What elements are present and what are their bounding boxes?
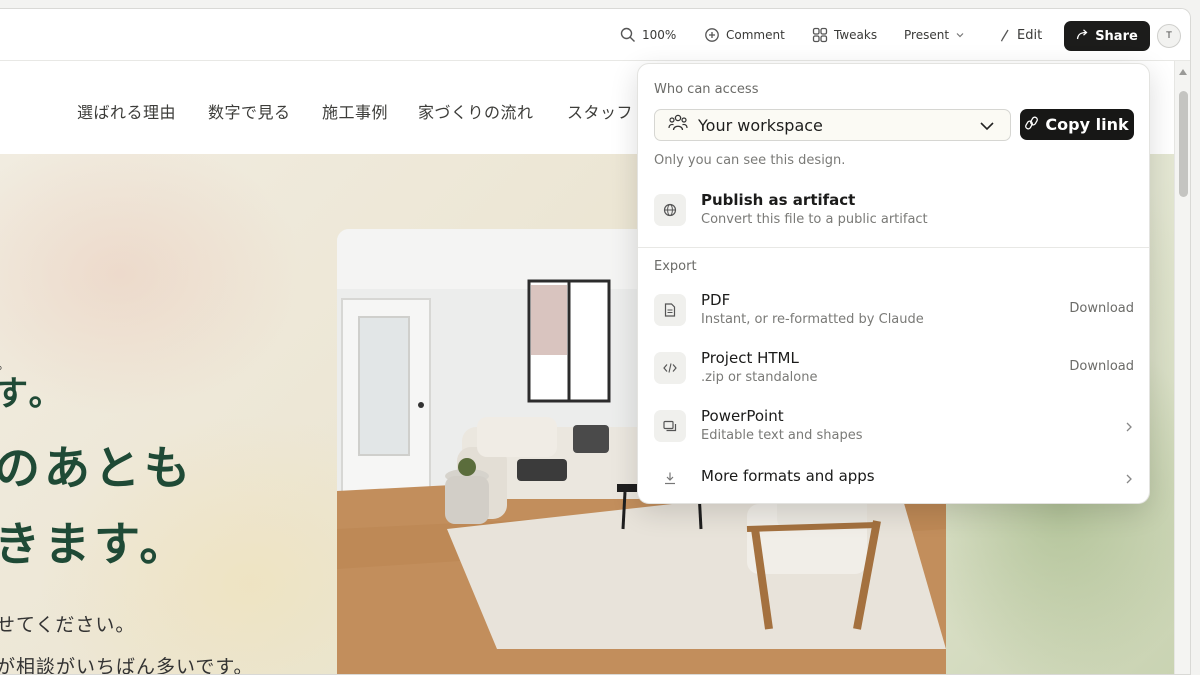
- copy-link-button[interactable]: Copy link: [1020, 109, 1134, 140]
- link-icon: [1025, 115, 1039, 134]
- present-label: Present: [904, 28, 950, 42]
- copy-link-label: Copy link: [1045, 115, 1129, 134]
- hero-paragraph-line-1: せてください。: [0, 614, 136, 636]
- globe-icon: [654, 194, 686, 226]
- edit-label: Edit: [1017, 27, 1043, 43]
- share-label: Share: [1095, 28, 1138, 44]
- scrollbar-thumb[interactable]: [1179, 91, 1188, 197]
- nav-link-reasons[interactable]: 選ばれる理由: [77, 99, 176, 123]
- pdf-download-button[interactable]: Download: [1069, 301, 1134, 316]
- vertical-scrollbar[interactable]: [1174, 61, 1190, 674]
- pdf-subtitle: Instant, or re-formatted by Claude: [701, 312, 924, 327]
- visibility-note: Only you can see this design.: [654, 153, 846, 168]
- avatar[interactable]: T: [1157, 24, 1181, 48]
- access-select-value: Your workspace: [698, 115, 823, 135]
- divider: [638, 247, 1149, 248]
- export-pdf-item[interactable]: PDF Instant, or re-formatted by Claude D…: [654, 288, 1134, 332]
- share-arrow-icon: [1076, 28, 1089, 44]
- chevron-right-icon: [1124, 470, 1134, 489]
- comment-button[interactable]: Comment: [704, 22, 785, 48]
- access-select[interactable]: Your workspace: [654, 109, 1011, 141]
- nav-link-cases[interactable]: 施工事例: [322, 99, 388, 123]
- comment-label: Comment: [726, 28, 785, 42]
- powerpoint-title: PowerPoint: [701, 407, 784, 425]
- people-icon: [668, 114, 688, 136]
- download-icon: [654, 462, 686, 494]
- share-button[interactable]: Share: [1064, 21, 1150, 51]
- scroll-up-arrow-icon[interactable]: [1179, 69, 1187, 75]
- chevron-down-icon: [955, 30, 965, 40]
- publish-artifact-item[interactable]: Publish as artifact Convert this file to…: [654, 188, 1134, 232]
- share-popover: Who can access Your workspace Copy link …: [637, 63, 1150, 504]
- hero-heading-line-3: きます。: [0, 517, 190, 571]
- nav-link-staff[interactable]: スタッフ: [567, 99, 633, 123]
- tweaks-button[interactable]: Tweaks: [812, 22, 877, 48]
- tweaks-icon: [812, 27, 828, 43]
- document-icon: [654, 294, 686, 326]
- pdf-title: PDF: [701, 291, 731, 309]
- app-window: 100% Comment Tweaks Present Edit Share T…: [0, 8, 1191, 675]
- nav-link-flow[interactable]: 家づくりの流れ: [418, 99, 534, 123]
- publish-subtitle: Convert this file to a public artifact: [701, 212, 928, 227]
- chevron-right-icon: [1124, 418, 1134, 437]
- search-icon: [620, 27, 636, 43]
- export-html-item[interactable]: Project HTML .zip or standalone Download: [654, 346, 1134, 390]
- hero-heading-line-1: す。: [0, 374, 67, 414]
- zoom-control[interactable]: 100%: [620, 22, 676, 48]
- export-powerpoint-item[interactable]: PowerPoint Editable text and shapes: [654, 404, 1134, 448]
- html-title: Project HTML: [701, 349, 799, 367]
- code-icon: [654, 352, 686, 384]
- chevron-down-icon: [978, 117, 996, 139]
- edit-button[interactable]: Edit: [999, 22, 1042, 48]
- tweaks-label: Tweaks: [834, 28, 878, 42]
- more-formats-item[interactable]: More formats and apps: [654, 456, 1134, 500]
- slides-icon: [654, 410, 686, 442]
- zoom-level: 100%: [642, 28, 677, 42]
- comment-icon: [704, 27, 720, 43]
- html-download-button[interactable]: Download: [1069, 359, 1134, 374]
- hero-heading-line-2: のあとも: [0, 441, 194, 495]
- hero-paragraph-line-2: が相談がいちばん多いです。: [0, 656, 254, 675]
- export-label: Export: [654, 259, 697, 274]
- powerpoint-subtitle: Editable text and shapes: [701, 428, 863, 443]
- publish-title: Publish as artifact: [701, 191, 856, 209]
- html-subtitle: .zip or standalone: [701, 370, 818, 385]
- present-button[interactable]: Present: [904, 22, 965, 48]
- pencil-icon: [999, 28, 1011, 42]
- nav-link-numbers[interactable]: 数字で見る: [208, 99, 291, 123]
- top-toolbar: 100% Comment Tweaks Present Edit Share T: [0, 9, 1190, 61]
- who-can-access-label: Who can access: [654, 82, 759, 97]
- more-formats-title: More formats and apps: [701, 467, 875, 485]
